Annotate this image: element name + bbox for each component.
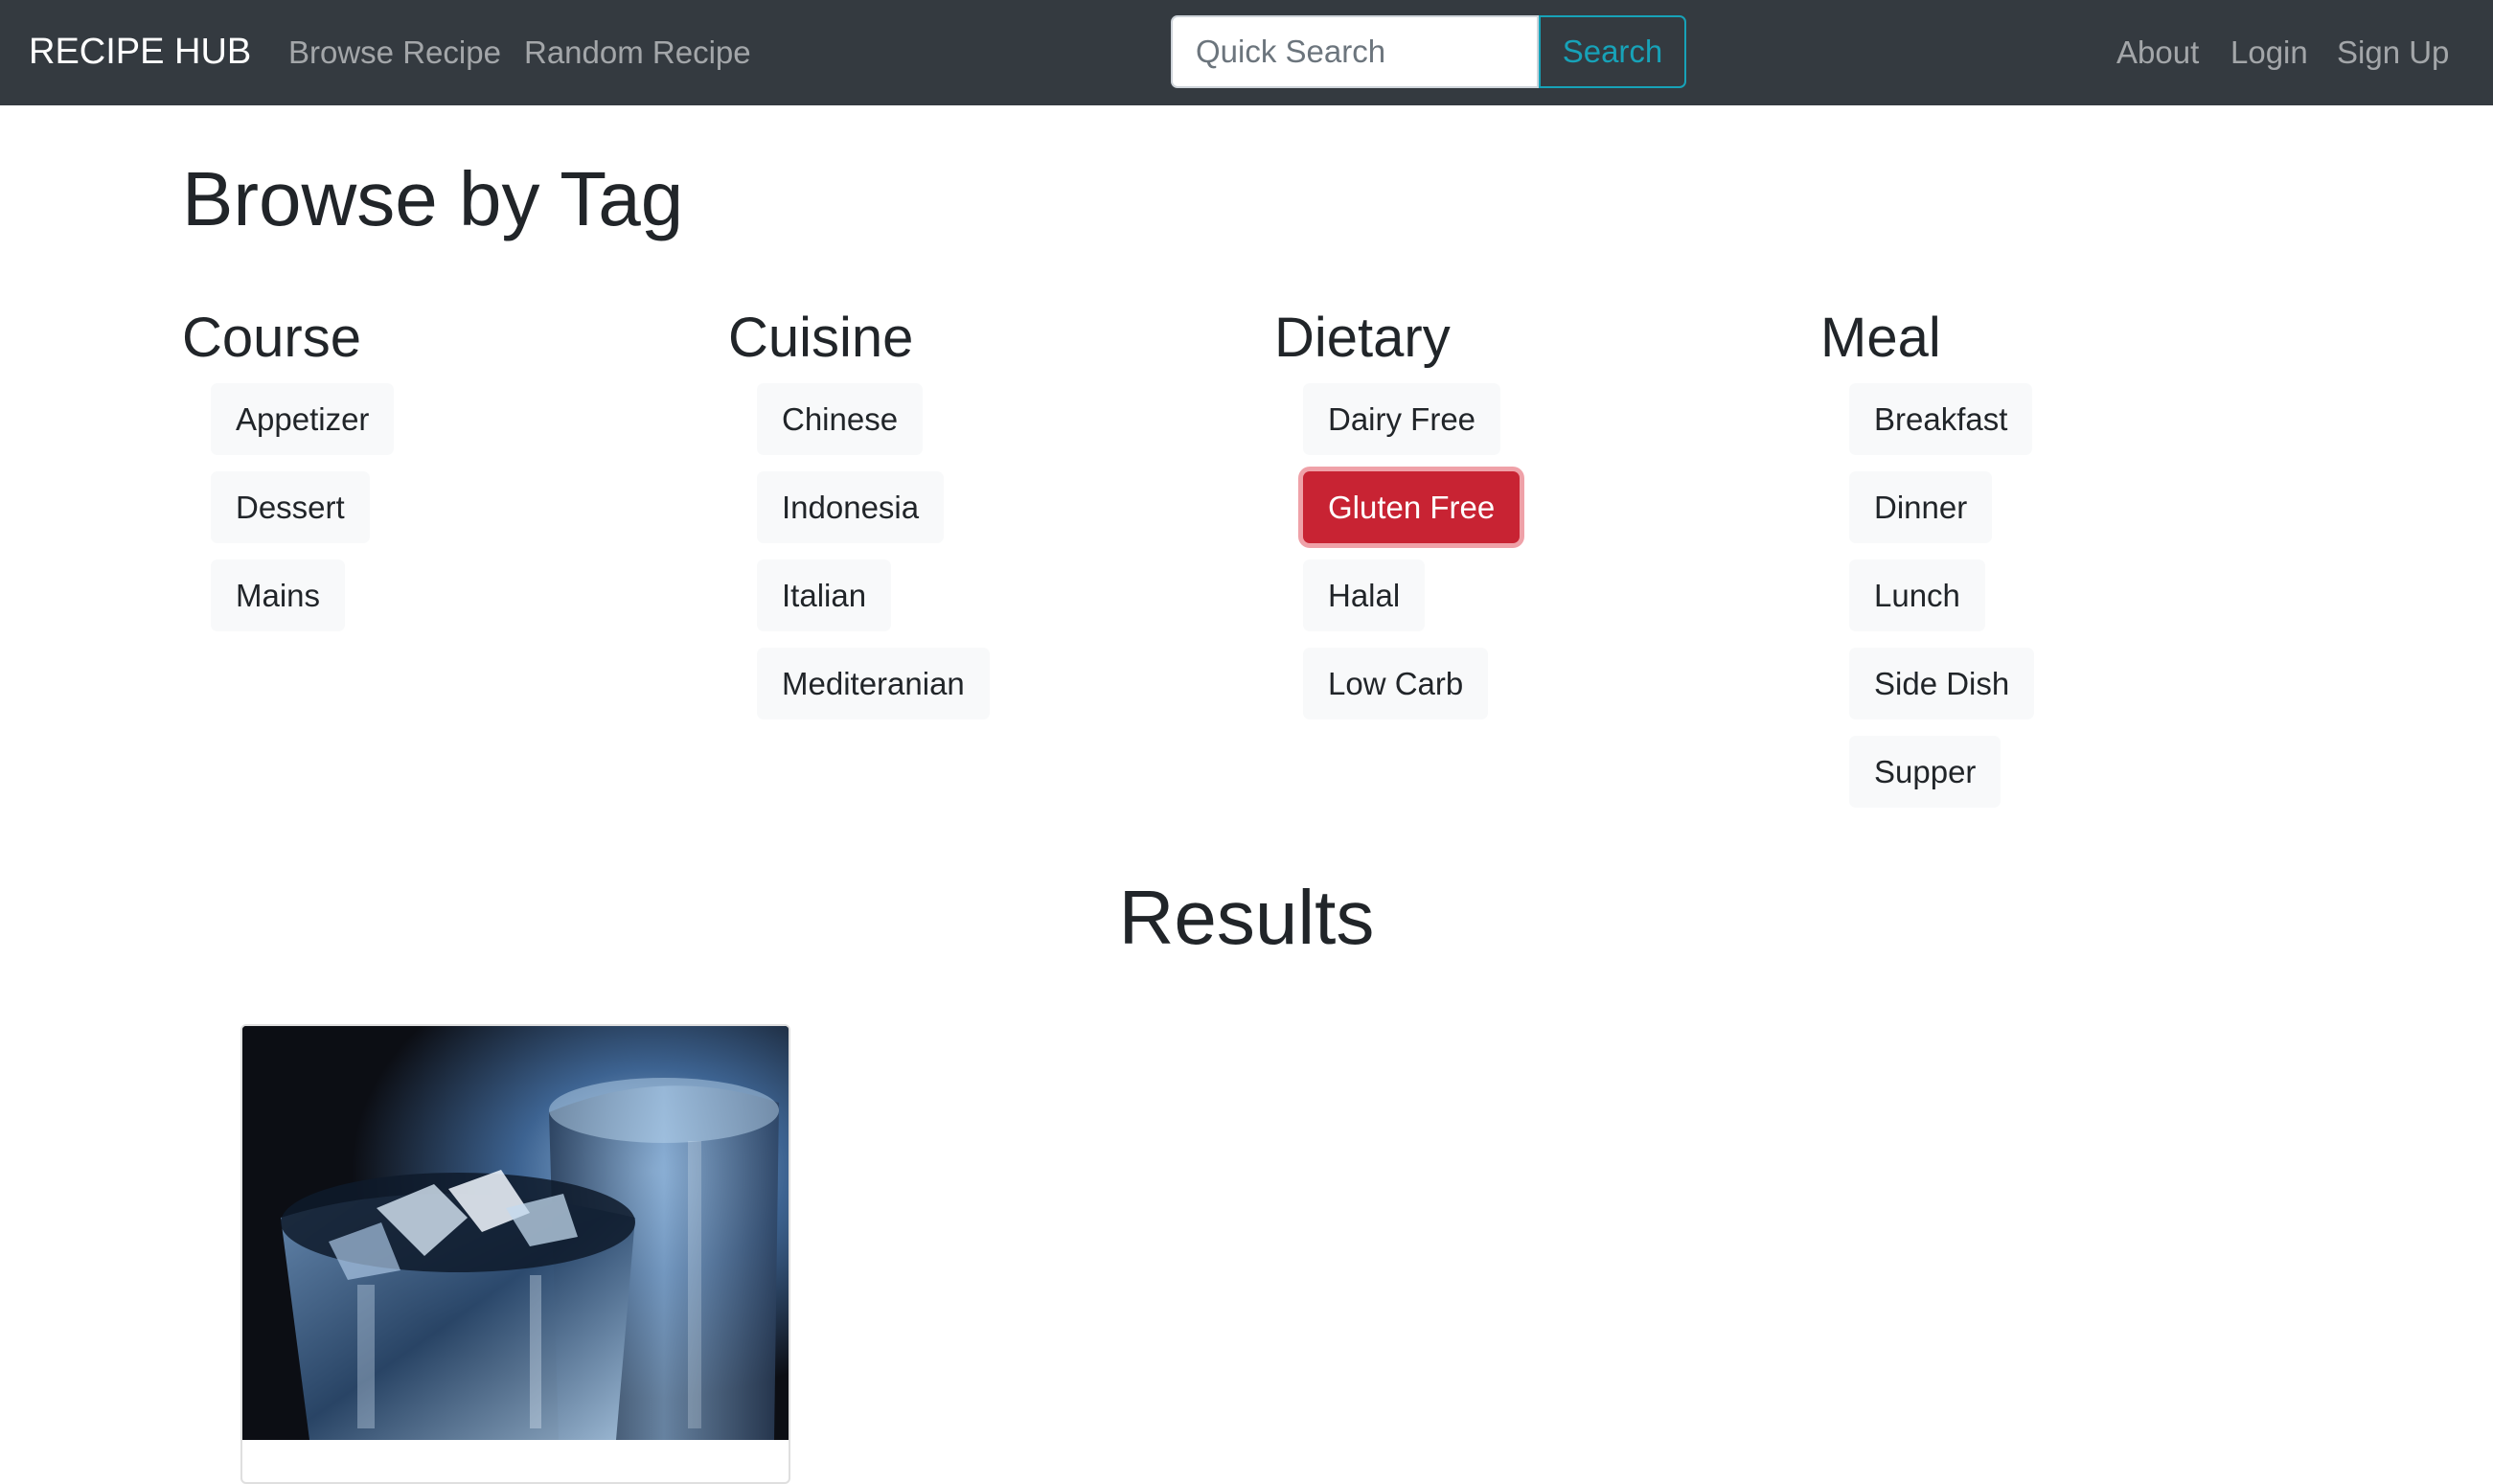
tag-button[interactable]: Indonesia — [757, 471, 945, 543]
top-navbar: RECIPE HUB Browse Recipe Random Recipe S… — [0, 0, 2493, 105]
tag-button[interactable]: Chinese — [757, 383, 924, 455]
nav-login[interactable]: Login — [2230, 29, 2308, 77]
tag-group-title: Course — [182, 307, 361, 369]
tag-button[interactable]: Mediteranian — [757, 648, 990, 719]
glass-of-ice-water-photo[interactable] — [242, 1026, 789, 1440]
tag-button[interactable]: Dessert — [211, 471, 370, 543]
results-title: Results — [1118, 875, 1375, 960]
tag-button[interactable]: Low Carb — [1303, 648, 1489, 719]
tag-group-cuisine: Cuisine Chinese Indonesia Italian Medite… — [728, 305, 990, 736]
page-title: Browse by Tag — [182, 156, 684, 241]
nav-about[interactable]: About — [2116, 29, 2199, 77]
tag-button[interactable]: Dinner — [1849, 471, 1993, 543]
tag-button[interactable]: Supper — [1849, 736, 2001, 808]
tag-button-active[interactable]: Gluten Free — [1303, 471, 1521, 543]
tag-group-course: Course Appetizer Dessert Mains — [182, 305, 395, 648]
tag-list: Breakfast Dinner Lunch Side Dish Supper — [1849, 383, 2035, 808]
tag-button[interactable]: Dairy Free — [1303, 383, 1501, 455]
tag-button[interactable]: Side Dish — [1849, 648, 2035, 719]
search-button[interactable]: Search — [1539, 15, 1686, 88]
tag-list: Chinese Indonesia Italian Mediteranian — [757, 383, 990, 719]
nav-random-recipe[interactable]: Random Recipe — [524, 29, 751, 77]
nav-browse-recipe[interactable]: Browse Recipe — [288, 29, 501, 77]
tag-button[interactable]: Halal — [1303, 559, 1426, 631]
tag-group-title: Meal — [1820, 307, 1941, 369]
tag-button[interactable]: Mains — [211, 559, 346, 631]
tag-button[interactable]: Lunch — [1849, 559, 1985, 631]
tag-button[interactable]: Appetizer — [211, 383, 395, 455]
tag-list: Appetizer Dessert Mains — [211, 383, 395, 631]
tag-button[interactable]: Breakfast — [1849, 383, 2033, 455]
recipe-result-card[interactable] — [240, 1024, 790, 1484]
tag-group-dietary: Dietary Dairy Free Gluten Free Halal Low… — [1274, 305, 1521, 736]
quick-search-input[interactable] — [1171, 15, 1539, 88]
tag-button[interactable]: Italian — [757, 559, 892, 631]
tag-list: Dairy Free Gluten Free Halal Low Carb — [1303, 383, 1521, 719]
tag-group-title: Dietary — [1274, 307, 1451, 369]
nav-sign-up[interactable]: Sign Up — [2337, 29, 2449, 77]
brand-logo[interactable]: RECIPE HUB — [29, 27, 251, 77]
tag-group-meal: Meal Breakfast Dinner Lunch Side Dish Su… — [1820, 305, 2035, 824]
tag-group-title: Cuisine — [728, 307, 914, 369]
